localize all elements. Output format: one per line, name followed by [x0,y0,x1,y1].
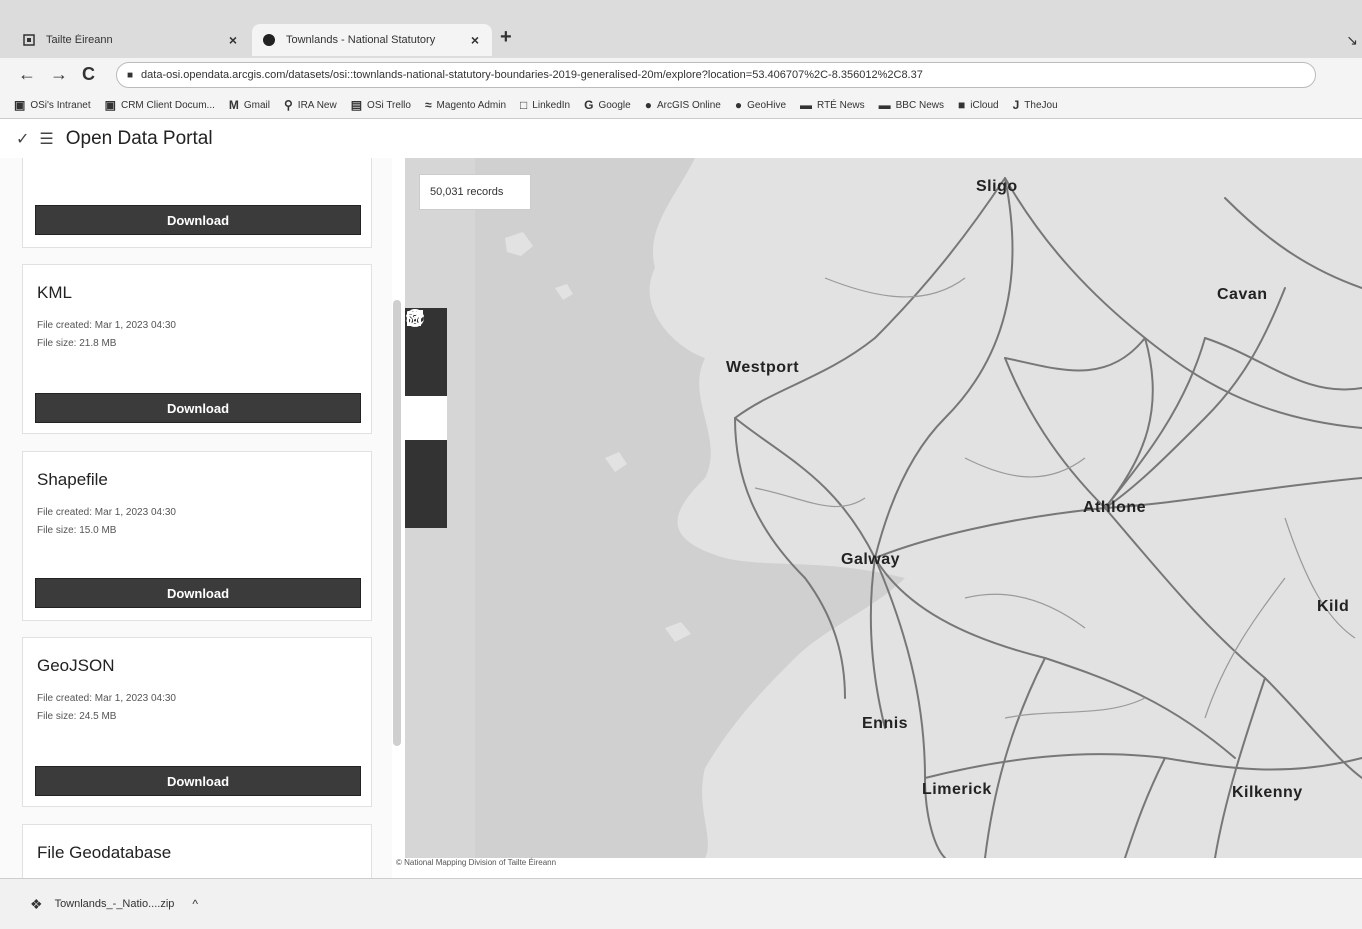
portal-header: ✓ ☰ Open Data Portal [0,120,1362,158]
url-text: data-osi.opendata.arcgis.com/datasets/os… [141,69,923,81]
download-card-kml: KML File created: Mar 1, 2023 04:30 File… [22,264,372,434]
map-label-kild: Kild [1317,598,1350,615]
google-icon: G [584,98,594,112]
window-corner-icon: ↘ [1346,32,1358,48]
download-icon[interactable] [405,311,447,440]
bookmark-item[interactable]: M Gmail [229,98,270,112]
download-card-file-geodatabase: File Geodatabase [22,824,372,878]
filter-icon[interactable] [405,311,447,396]
bookmark-item[interactable]: ⚲ IRA New [284,98,337,112]
format-name: KML [37,283,72,302]
tab-title: Townlands - National Statutory [286,34,436,46]
map-label-athlone: Athlone [1083,499,1147,516]
magento-icon: ≈ [424,98,432,112]
page-favicon-icon [22,33,36,47]
format-name: GeoJSON [37,656,115,675]
share-icon[interactable] [405,310,447,528]
map-canvas [405,158,1362,858]
gmail-icon: M [228,98,239,112]
map-label-kilkenny: Kilkenny [1232,784,1303,801]
record-count-badge: 50,031 records [419,174,531,210]
globe-favicon-icon [262,33,276,47]
download-button[interactable]: Download [35,205,361,235]
file-meta: File created: Mar 1, 2023 04:30 File siz… [37,504,176,540]
bookmark-item[interactable]: ▬ BBC News [879,98,944,112]
downloaded-file-name[interactable]: Townlands_-_Natio....zip [55,898,175,910]
file-created: File created: Mar 1, 2023 04:30 [37,693,176,704]
lock-icon: ■ [127,69,134,81]
map-label-sligo: Sligo [976,178,1018,195]
map-attribution: © National Mapping Division of Tailte Éi… [396,858,557,867]
bookmark-item[interactable]: J TheJou [1013,98,1058,112]
pin-icon: ⚲ [284,98,293,112]
page-title: Open Data Portal [65,128,213,149]
file-created: File created: Mar 1, 2023 04:30 [37,320,176,331]
file-size: File size: 15.0 MB [37,525,117,536]
back-arrow-icon[interactable]: ← [18,64,36,85]
download-panel: Download KML File created: Mar 1, 2023 0… [0,158,392,878]
reload-icon[interactable]: C [82,64,95,85]
map-tool-bar [405,308,447,528]
bookmark-page-icon: ▣ [14,98,26,112]
download-button[interactable]: Download [35,766,361,796]
file-meta: File created: Mar 1, 2023 04:30 File siz… [37,317,176,353]
download-card-geojson: GeoJSON File created: Mar 1, 2023 04:30 … [22,637,372,807]
map-label-cavan: Cavan [1217,286,1268,303]
panel-scrollbar[interactable] [393,300,401,746]
file-meta: File created: Mar 1, 2023 04:30 File siz… [37,690,176,726]
download-card-partial: Download [22,158,372,248]
bookmark-item[interactable]: ■ iCloud [958,98,999,112]
zip-file-icon: ❖ [30,895,43,912]
edit-pencil-icon[interactable]: ✓ [16,129,29,149]
arcgis-icon: ● [644,98,652,112]
star-icon[interactable] [405,309,447,484]
bookmark-item[interactable]: □ LinkedIn [520,98,570,112]
tab-tailte-eireann[interactable]: Tailte Éireann × [12,24,250,56]
file-size: File size: 24.5 MB [37,711,117,722]
format-name: Shapefile [37,470,108,489]
chevron-up-icon[interactable]: ^ [192,897,198,911]
bookmark-item[interactable]: ▣ OSi's Intranet [14,98,91,112]
map-label-westport: Westport [726,359,800,376]
bookmark-item[interactable]: ● GeoHive [735,98,786,112]
map-label-galway: Galway [841,551,901,568]
portal-menu-icon[interactable]: ☰ [39,129,53,149]
map-view[interactable]: 50,031 records Sligo Cavan Westport Athl… [405,158,1362,858]
bbc-icon: ▬ [878,98,891,112]
news-icon: ▬ [800,98,813,112]
format-name: File Geodatabase [37,843,172,862]
bookmark-item[interactable]: G Google [584,98,631,112]
linkedin-icon: □ [520,98,528,112]
close-tab-icon[interactable]: × [226,32,240,48]
bookmark-item[interactable]: ▤ OSi Trello [351,98,411,112]
download-button[interactable]: Download [35,578,361,608]
tab-title: Tailte Éireann [46,34,113,46]
map-label-limerick: Limerick [922,781,992,798]
address-bar[interactable]: ■ data-osi.opendata.arcgis.com/datasets/… [116,62,1316,88]
forward-arrow-icon[interactable]: → [50,64,68,85]
bookmarks-bar: ▣ OSi's Intranet ▣ CRM Client Docum... M Gm… [0,92,1362,119]
bookmark-page-icon: ▣ [104,98,116,112]
bookmark-item[interactable]: ▬ RTÉ News [800,98,865,112]
geohive-icon: ● [734,98,743,112]
journal-icon: J [1012,98,1020,112]
download-shelf: ❖ Townlands_-_Natio....zip ^ [0,878,1362,929]
file-created: File created: Mar 1, 2023 04:30 [37,507,176,518]
bookmark-item[interactable]: ≈ Magento Admin [425,98,506,112]
new-tab-button[interactable]: + [500,26,512,49]
close-tab-icon[interactable]: × [468,32,482,48]
browser-toolbar: ← → C ■ data-osi.opendata.arcgis.com/dat… [0,58,1362,92]
download-button[interactable]: Download [35,393,361,423]
trello-icon: ▤ [350,98,363,112]
cloud-icon: ■ [958,98,966,112]
browser-tab-strip: Tailte Éireann × Townlands - National St… [0,0,1362,58]
download-card-shapefile: Shapefile File created: Mar 1, 2023 04:3… [22,451,372,621]
map-label-ennis: Ennis [862,715,909,732]
bookmark-item[interactable]: ● ArcGIS Online [645,98,721,112]
bookmark-item[interactable]: ▣ CRM Client Docum... [105,98,215,112]
tab-townlands[interactable]: Townlands - National Statutory × [252,24,492,56]
file-size: File size: 21.8 MB [37,338,117,349]
